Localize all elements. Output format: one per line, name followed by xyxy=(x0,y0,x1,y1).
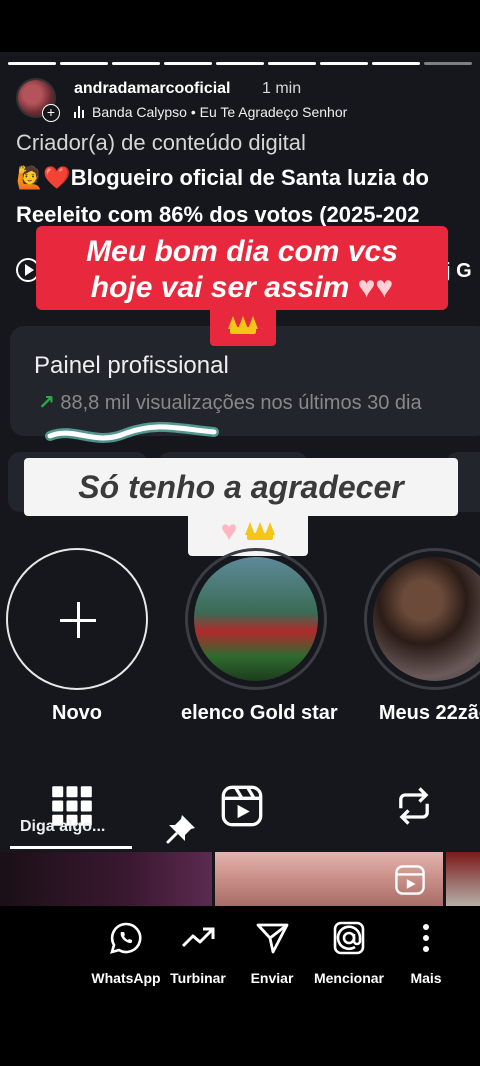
highlight-meus[interactable]: Meus 22zão xyxy=(360,548,480,725)
plus-icon xyxy=(6,548,148,690)
progress-segment xyxy=(8,62,56,65)
more-button[interactable]: Mais xyxy=(381,920,471,986)
crown-sticker[interactable] xyxy=(210,302,276,346)
highlight-image xyxy=(194,557,318,681)
add-story-plus-icon[interactable]: + xyxy=(42,104,60,122)
crown-emoji-icon xyxy=(228,314,258,334)
highlight-label: Novo xyxy=(52,702,102,724)
highlight-cover xyxy=(185,548,327,690)
progress-segment xyxy=(424,62,472,65)
panel-stat-text: 88,8 mil visualizações nos últimos 30 di… xyxy=(60,392,422,414)
bio-line: Reeleito com 86% dos votos (2025-202 xyxy=(16,202,420,227)
progress-segment xyxy=(164,62,212,65)
sticker-line-text: hoje vai ser assim xyxy=(90,271,350,304)
progress-segment xyxy=(60,62,108,65)
panel-stat: ↗ 88,8 mil visualizações nos últimos 30 … xyxy=(38,390,422,415)
highlight-image xyxy=(373,557,480,681)
highlight-label: Meus 22zão xyxy=(378,702,480,724)
post-thumbnail[interactable] xyxy=(0,852,212,906)
whatsapp-icon xyxy=(110,922,142,954)
link-text-tail[interactable]: j G xyxy=(445,260,472,283)
story-time: 1 min xyxy=(262,80,302,97)
panel-title: Painel profissional xyxy=(34,352,229,379)
more-vertical-icon xyxy=(423,924,429,952)
crown-emoji-icon xyxy=(245,520,276,540)
action-label: Mais xyxy=(410,970,442,986)
pin-icon[interactable] xyxy=(164,812,198,846)
progress-segment xyxy=(112,62,160,65)
progress-segment xyxy=(372,62,420,65)
profile-category: Criador(a) de conteúdo digital xyxy=(16,130,306,155)
highlight-new[interactable]: Novo xyxy=(2,548,152,725)
heart-emoji-icon: ♥♥ xyxy=(357,271,394,304)
highlight-label: elenco Gold star xyxy=(181,702,338,724)
greeting-sticker[interactable]: Meu bom dia com vcs hoje vai ser assim ♥… xyxy=(36,226,448,310)
posts-grid xyxy=(0,852,480,906)
highlight-elenco[interactable]: elenco Gold star xyxy=(181,548,338,725)
username[interactable]: andradamarcooficial xyxy=(74,80,231,98)
status-bar-area xyxy=(0,0,480,52)
bio-line: 🙋❤️Blogueiro oficial de Santa luzia do xyxy=(16,165,429,190)
story-header: + andradamarcooficial 1 min Banda Calyps… xyxy=(16,76,476,126)
progress-segment xyxy=(216,62,264,65)
growth-arrow-icon: ↗ xyxy=(38,392,55,414)
music-bars-icon xyxy=(74,106,86,118)
send-icon xyxy=(256,923,289,954)
trend-arrow-icon xyxy=(181,927,215,948)
music-attribution[interactable]: Banda Calypso • Eu Te Agradeço Senhor xyxy=(74,104,347,120)
story-content[interactable]: + andradamarcooficial 1 min Banda Calyps… xyxy=(0,52,480,906)
scribble-drawing xyxy=(45,421,219,443)
post-thumbnail[interactable] xyxy=(446,852,480,906)
reels-icon[interactable] xyxy=(220,784,264,828)
sticker-line: hoje vai ser assim ♥♥ xyxy=(36,270,448,306)
share-actions-bar: WhatsApp Turbinar Enviar Mencionar Mais xyxy=(0,906,480,1066)
at-sign-icon xyxy=(333,921,365,955)
reposts-icon[interactable] xyxy=(392,784,436,828)
progress-segment xyxy=(320,62,368,65)
music-title: Banda Calypso • Eu Te Agradeço Senhor xyxy=(92,104,348,120)
reels-icon xyxy=(395,865,425,895)
story-progress-bar xyxy=(8,62,472,65)
sticker-line: Meu bom dia com vcs xyxy=(86,235,398,268)
progress-segment xyxy=(268,62,316,65)
highlight-cover xyxy=(364,548,480,690)
